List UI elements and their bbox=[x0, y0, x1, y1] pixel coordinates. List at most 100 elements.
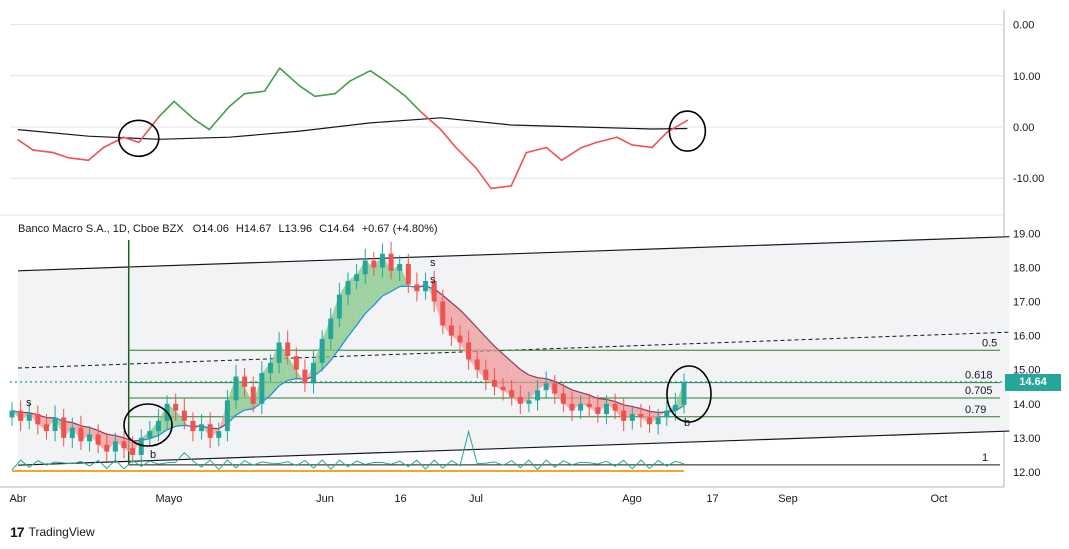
candle-body bbox=[621, 410, 627, 421]
candle-body bbox=[500, 386, 506, 391]
osc-main-line-segment bbox=[208, 105, 231, 131]
candle-body bbox=[379, 253, 385, 268]
osc-main-line-segment bbox=[52, 151, 70, 159]
osc-main-line-segment bbox=[314, 92, 336, 98]
legend-low: L13.96 bbox=[278, 223, 312, 235]
legend-symbol: Banco Macro S.A., 1D, Cboe BZX bbox=[18, 223, 184, 235]
osc-main-line-segment bbox=[631, 144, 653, 149]
time-tick-label: 16 bbox=[394, 493, 406, 505]
candle-body bbox=[397, 263, 403, 271]
candle-body bbox=[78, 427, 84, 442]
fib-level-label: 0.79 bbox=[965, 404, 986, 416]
channel-fill bbox=[18, 236, 1010, 466]
osc-main-line-segment bbox=[67, 156, 90, 162]
candle-body bbox=[112, 441, 118, 452]
price-y-tick-label: 17.00 bbox=[1013, 297, 1041, 309]
osc-main-line-segment bbox=[616, 136, 633, 146]
brand: 17 TradingView bbox=[10, 524, 95, 540]
candle-body bbox=[138, 437, 144, 455]
osc-main-line-segment bbox=[455, 146, 477, 169]
legend-change: +0.67 (+4.80%) bbox=[362, 223, 438, 235]
tradingview-logo-icon: 17 bbox=[10, 524, 25, 540]
candle-body bbox=[336, 294, 342, 319]
candle-body bbox=[509, 390, 515, 397]
signal-marker-label: b bbox=[684, 417, 690, 429]
candle-body bbox=[560, 393, 566, 404]
osc-y-tick-label: 0.00 bbox=[1013, 20, 1034, 32]
osc-main-line-segment bbox=[158, 100, 175, 118]
candle-body bbox=[95, 434, 101, 445]
candle-body bbox=[483, 369, 489, 380]
time-tick-label: Jun bbox=[316, 493, 334, 505]
current-price-badge: 14.64 bbox=[1005, 374, 1061, 391]
candle-body bbox=[647, 417, 653, 425]
osc-y-tick-label: 10.00 bbox=[1013, 71, 1041, 83]
candle-body bbox=[603, 403, 609, 415]
candle-body bbox=[35, 414, 41, 425]
candle-body bbox=[491, 379, 497, 387]
candle-body bbox=[181, 410, 187, 421]
fib-level-label: 0.618 bbox=[965, 370, 993, 382]
signal-marker-label: s bbox=[26, 397, 32, 409]
osc-main-line-segment bbox=[439, 128, 457, 149]
osc-main-line-segment bbox=[595, 136, 618, 144]
candle-body bbox=[9, 410, 15, 418]
candle-body bbox=[423, 281, 429, 292]
price-y-tick-label: 16.00 bbox=[1013, 331, 1041, 343]
brand-name: TradingView bbox=[28, 525, 95, 539]
candle-body bbox=[293, 356, 299, 370]
candle-body bbox=[345, 281, 351, 295]
time-tick-label: Jul bbox=[469, 493, 483, 505]
candle-body bbox=[173, 403, 179, 411]
candle-body bbox=[655, 417, 661, 425]
chart-canvas: 0.00 10.00 0.00 -10.00 0.5 0.618 0.705 0.79 1 1… bbox=[0, 10, 1044, 505]
candle-body bbox=[216, 431, 222, 438]
candle-body bbox=[190, 420, 196, 432]
osc-main-line-segment bbox=[525, 146, 548, 154]
candle-body bbox=[535, 390, 541, 401]
osc-main-line-segment bbox=[17, 139, 34, 151]
osc-y-tick-label: -10.00 bbox=[1013, 173, 1044, 185]
osc-main-line-segment bbox=[243, 90, 266, 95]
candle-body bbox=[147, 431, 153, 438]
candle-body bbox=[242, 376, 248, 387]
osc-main-line-segment bbox=[334, 80, 351, 95]
candle-body bbox=[130, 448, 136, 455]
time-tick-label: Oct bbox=[930, 493, 947, 505]
osc-main-line-segment bbox=[173, 100, 195, 121]
osc-main-line-segment bbox=[299, 85, 316, 98]
time-tick-label: 17 bbox=[706, 493, 718, 505]
osc-main-line-segment bbox=[490, 185, 513, 190]
osc-main-line-segment bbox=[87, 146, 105, 162]
osc-cross-circle bbox=[668, 110, 707, 152]
candle-body bbox=[526, 400, 532, 404]
candle-body bbox=[474, 359, 480, 370]
candle-body bbox=[586, 403, 592, 408]
candle-body bbox=[61, 417, 67, 438]
candle-body bbox=[362, 260, 368, 275]
osc-main-line-segment bbox=[560, 146, 583, 162]
candle-body bbox=[43, 424, 49, 432]
osc-main-line-segment bbox=[193, 118, 211, 131]
osc-main-line-segment bbox=[32, 149, 55, 154]
signal-marker-label: b bbox=[150, 449, 156, 461]
candle-body bbox=[224, 400, 230, 432]
candle-body bbox=[26, 414, 32, 421]
candle-body bbox=[664, 410, 670, 418]
osc-main-line-segment bbox=[510, 151, 528, 187]
candle-body bbox=[405, 263, 411, 285]
candle-body bbox=[448, 325, 454, 336]
candle-body bbox=[250, 386, 256, 404]
signal-marker-label: s bbox=[430, 257, 436, 269]
candle-body bbox=[388, 253, 394, 271]
legend-close: C14.64 bbox=[319, 223, 354, 235]
candle-body bbox=[121, 441, 127, 449]
candle-body bbox=[233, 376, 239, 401]
time-tick-label: Mayo bbox=[156, 493, 183, 505]
time-tick-label: Ago bbox=[622, 493, 642, 505]
candle-body bbox=[285, 342, 291, 357]
candle-body bbox=[517, 396, 523, 404]
legend-open: O14.06 bbox=[193, 223, 229, 235]
candle-body bbox=[259, 373, 265, 404]
candle-body bbox=[672, 404, 678, 411]
